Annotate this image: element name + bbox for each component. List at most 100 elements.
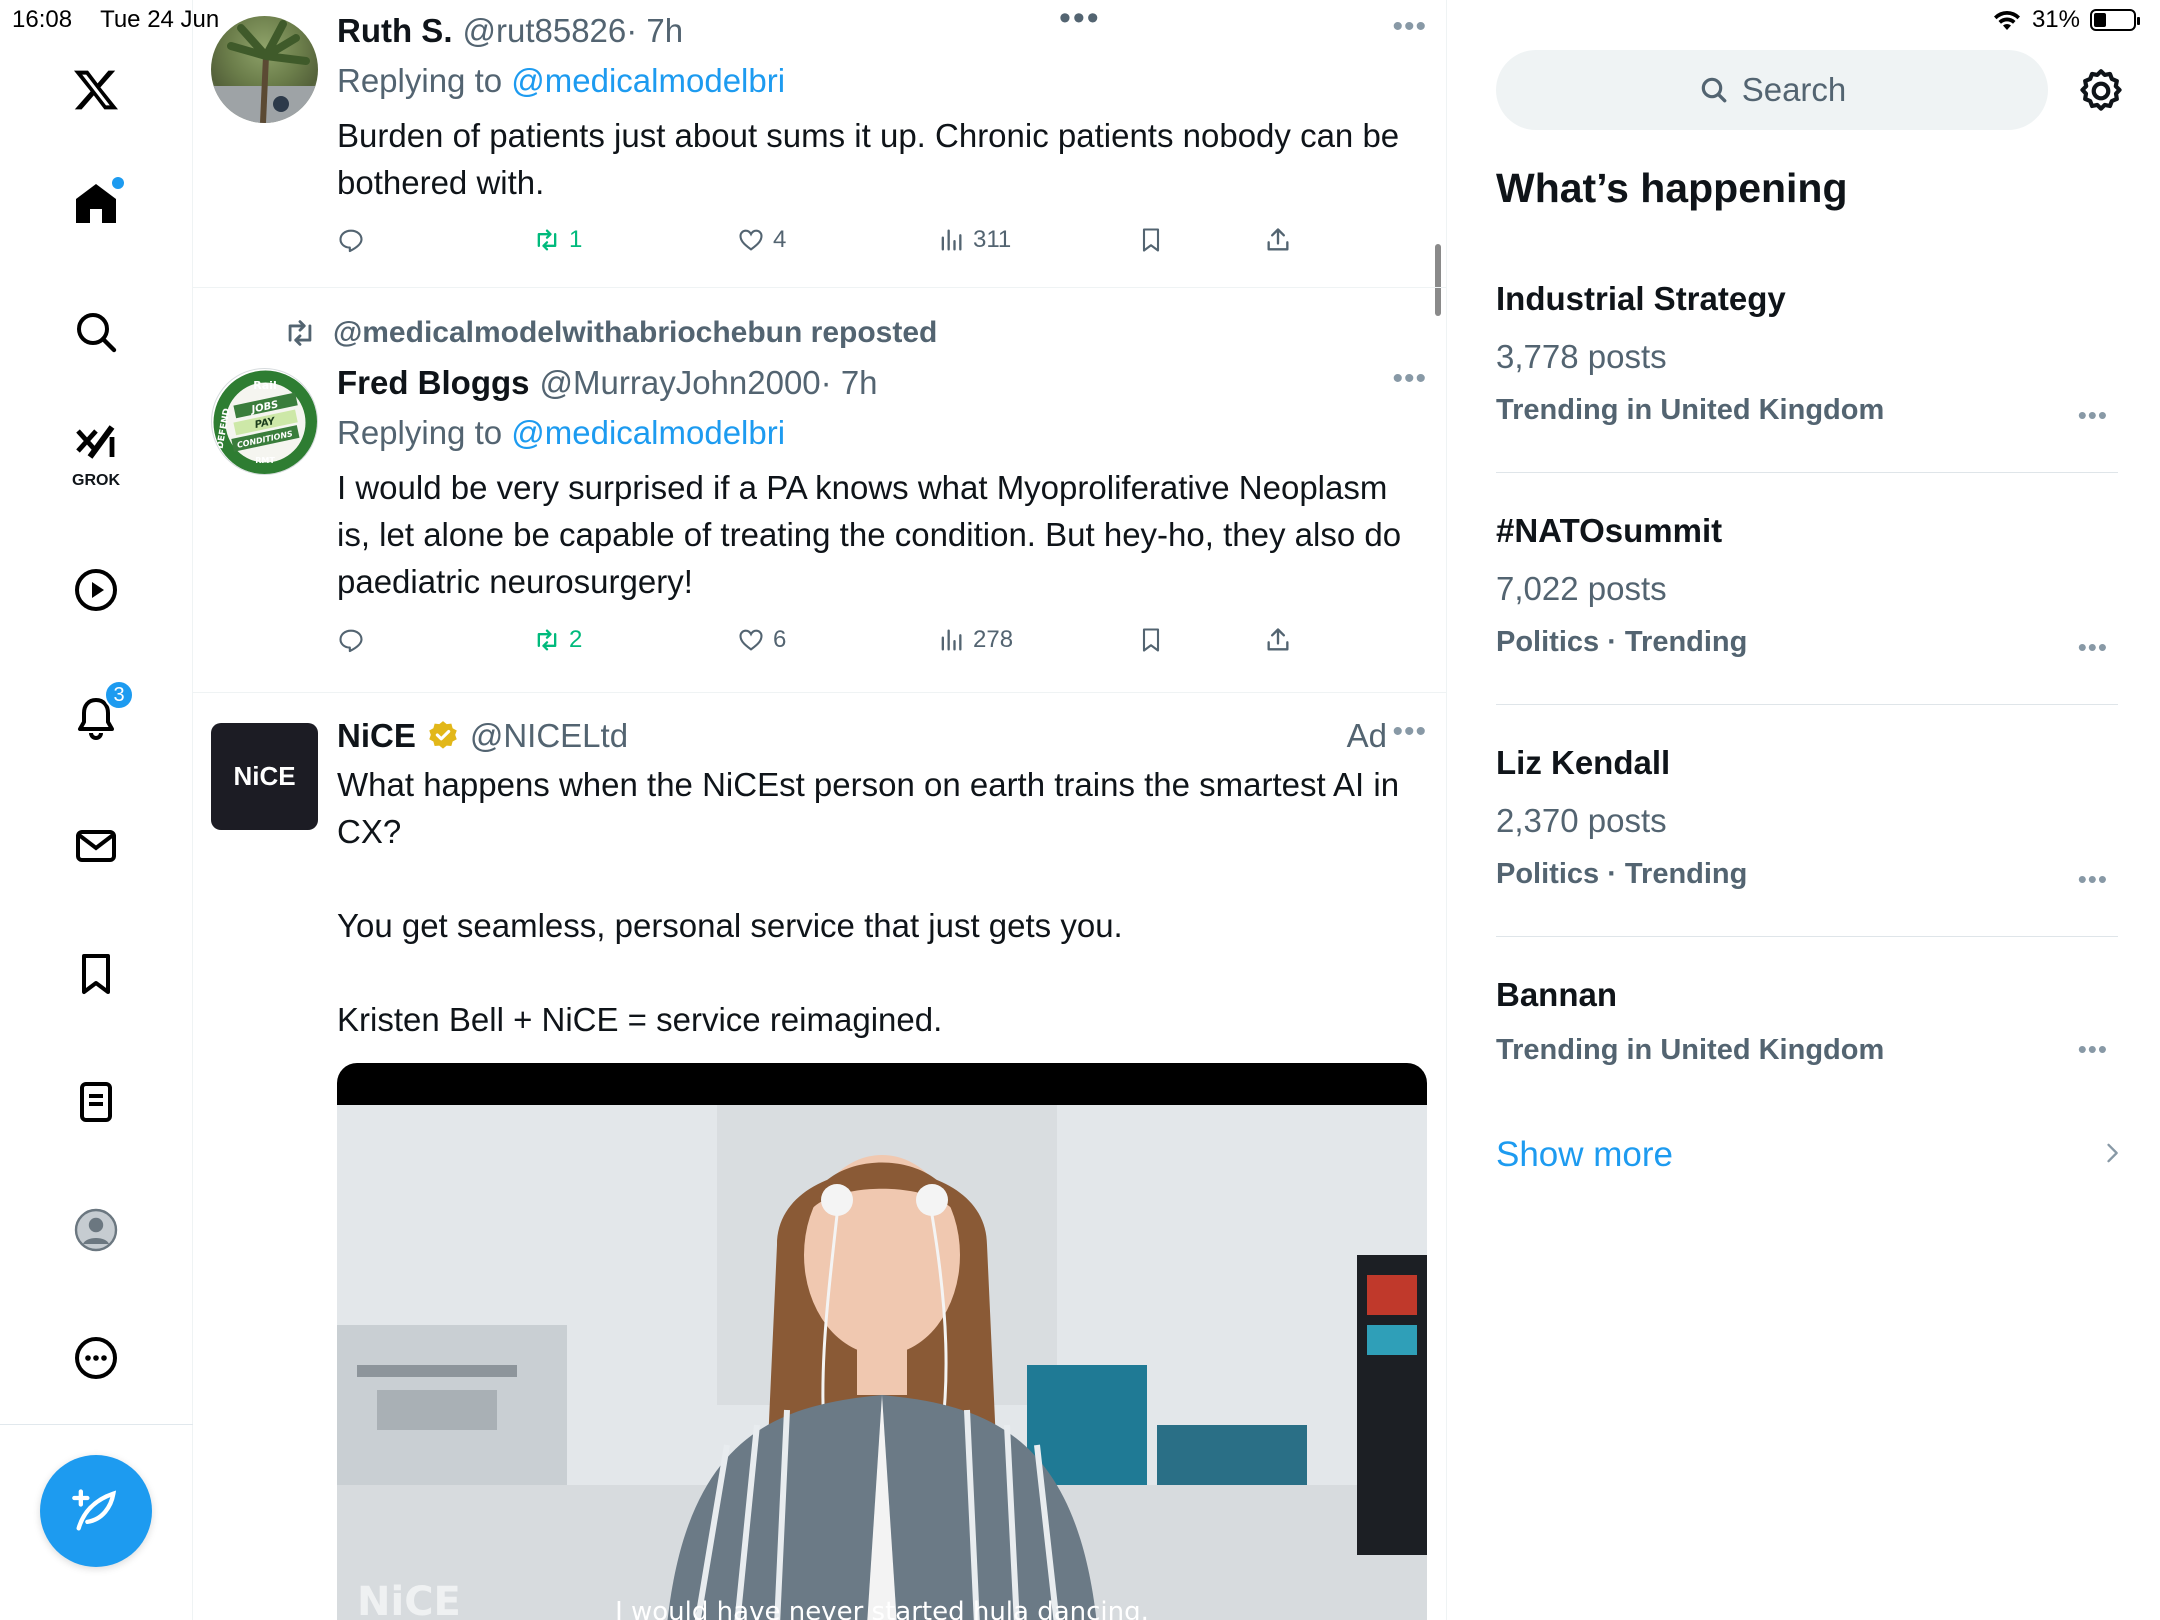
notifications-badge: 3	[104, 680, 134, 710]
trend-more-button[interactable]: •••	[2078, 864, 2108, 895]
repost-by[interactable]: @medicalmodelwithabriochebun reposted	[333, 316, 937, 350]
nav-messages[interactable]	[56, 806, 136, 886]
replying-to-link[interactable]: @medicalmodelbri	[511, 414, 785, 451]
nav-video[interactable]	[56, 550, 136, 630]
avatar[interactable]: NiCE	[211, 723, 318, 830]
replying-prefix: Replying to	[337, 62, 503, 99]
replying-to: Replying to @medicalmodelbri	[337, 414, 1429, 452]
nav-more[interactable]	[56, 1318, 136, 1398]
whats-happening-title: What’s happening	[1496, 165, 1848, 211]
views-icon	[941, 229, 962, 251]
tweet[interactable]: @medicalmodelwithabriochebun reposted Ra…	[193, 288, 1446, 693]
show-more-link[interactable]: Show more	[1496, 1135, 1673, 1175]
repost-indicator: @medicalmodelwithabriochebun reposted	[283, 316, 937, 350]
tweet[interactable]: Ruth S. @rut85826 · 7h Replying to @medi…	[193, 0, 1446, 288]
nav-notifications[interactable]: 3	[56, 678, 136, 758]
bookmark-button[interactable]	[1137, 226, 1165, 254]
trend-count: 2,370 posts	[1496, 802, 1667, 839]
video-frame: NiCE I would have never started hula dan…	[337, 1105, 1427, 1620]
heart-icon	[739, 629, 763, 651]
x-logo-icon[interactable]	[56, 50, 136, 130]
retweet-button[interactable]: 2	[533, 626, 582, 654]
bookmark-icon	[1142, 628, 1160, 652]
author-name[interactable]: Ruth S.	[337, 12, 452, 50]
grok-label: GROK	[72, 472, 120, 489]
bookmark-icon	[1142, 228, 1160, 252]
tweet-more-button[interactable]: •••	[1392, 715, 1427, 749]
tweet-actions: 1 4 311	[337, 226, 1317, 266]
trend-context: Trending in United Kingdom	[1496, 1034, 1885, 1066]
author-name[interactable]: NiCE	[337, 717, 416, 755]
share-icon	[1267, 628, 1289, 651]
video-player[interactable]: NiCE I would have never started hula dan…	[337, 1063, 1427, 1620]
tweet-text: What happens when the NiCEst person on e…	[337, 766, 1400, 1038]
trend-more-button[interactable]: •••	[2078, 632, 2108, 663]
author-name[interactable]: Fred Bloggs	[337, 364, 530, 402]
nav-lists[interactable]	[56, 1062, 136, 1142]
right-sidebar: Search What’s happening Industrial Strat…	[1448, 0, 2160, 1620]
avatar-text-rail: Rail	[253, 379, 276, 392]
promoted-tweet[interactable]: NiCE NiCE @NICELtd What happens when the…	[193, 693, 1446, 1620]
verified-badge-icon	[429, 721, 457, 749]
author-handle[interactable]: @NICELtd	[470, 717, 628, 755]
nav-bookmarks[interactable]	[56, 934, 136, 1014]
left-nav: GROK 3	[0, 0, 193, 1620]
tweet-time[interactable]: · 7h	[821, 364, 878, 402]
reply-icon	[339, 629, 363, 653]
trend-name: Industrial Strategy	[1496, 280, 1786, 317]
trend-name: Liz Kendall	[1496, 744, 1671, 781]
trend-item[interactable]: Bannan Trending in United Kingdom •••	[1496, 976, 2118, 1067]
defend-rail-logo-icon: Rail DEFEND JOBS PAY CONDITIONS RMT	[213, 370, 317, 474]
nav-home[interactable]	[56, 163, 136, 243]
trend-count: 7,022 posts	[1496, 570, 1667, 607]
reply-button[interactable]	[337, 626, 365, 654]
tweet-more-button[interactable]: •••	[1392, 362, 1427, 396]
replying-to: Replying to @medicalmodelbri	[337, 62, 1429, 100]
heart-icon	[739, 229, 763, 251]
search-icon	[1701, 77, 1727, 103]
share-button[interactable]	[1264, 226, 1292, 254]
avatar[interactable]: Rail DEFEND JOBS PAY CONDITIONS RMT	[211, 368, 318, 475]
trend-item[interactable]: Industrial Strategy 3,778 posts Trending…	[1496, 280, 2118, 430]
video-caption: I would have never started hula dancing.	[615, 1597, 1149, 1620]
tweet-time[interactable]: · 7h	[626, 12, 683, 50]
like-button[interactable]: 4	[737, 226, 786, 254]
search-placeholder: Search	[1741, 71, 1847, 108]
retweet-icon	[537, 229, 557, 251]
retweet-button[interactable]: 1	[533, 226, 582, 254]
trend-more-button[interactable]: •••	[2078, 400, 2108, 431]
avatar-text-rmt: RMT	[255, 456, 275, 465]
grok-icon	[76, 425, 115, 459]
retweet-icon	[537, 629, 557, 651]
tweet-header: Fred Bloggs @MurrayJohn2000 · 7h	[337, 364, 1429, 402]
nav-profile[interactable]	[56, 1190, 136, 1270]
like-button[interactable]: 6	[737, 626, 786, 654]
share-button[interactable]	[1264, 626, 1292, 654]
author-handle[interactable]: @rut85826	[462, 12, 626, 50]
compose-button[interactable]	[40, 1455, 152, 1567]
nav-grok[interactable]: GROK	[56, 412, 136, 492]
trend-item[interactable]: #NATOsummit 7,022 posts Politics · Trend…	[1496, 512, 2118, 662]
tweet-more-button[interactable]: •••	[1392, 10, 1427, 44]
share-icon	[1267, 228, 1289, 251]
trend-more-button[interactable]: •••	[2078, 1034, 2108, 1065]
like-count: 6	[773, 626, 787, 653]
palm-photo-icon	[211, 20, 318, 123]
timeline[interactable]: ••• Ruth S. @rut85826 · 7h Replying to @…	[193, 0, 1447, 1620]
trend-context: Trending in United Kingdom	[1496, 394, 1885, 426]
views-count: 311	[973, 226, 1012, 253]
views-button[interactable]: 311	[937, 226, 1011, 254]
replying-to-link[interactable]: @medicalmodelbri	[511, 62, 785, 99]
trend-item[interactable]: Liz Kendall 2,370 posts Politics · Trend…	[1496, 744, 2118, 894]
trend-context: Politics · Trending	[1496, 858, 1748, 890]
author-handle[interactable]: @MurrayJohn2000	[540, 364, 821, 402]
views-button[interactable]: 278	[937, 626, 1013, 654]
nav-explore[interactable]	[56, 292, 136, 372]
settings-gear-icon[interactable]	[2076, 66, 2126, 116]
search-input[interactable]: Search	[1496, 50, 2048, 130]
trend-divider	[1496, 472, 2118, 473]
tweet-actions: 2 6 278	[337, 626, 1317, 666]
bookmark-button[interactable]	[1137, 626, 1165, 654]
reply-button[interactable]	[337, 226, 365, 254]
avatar[interactable]	[211, 16, 318, 123]
